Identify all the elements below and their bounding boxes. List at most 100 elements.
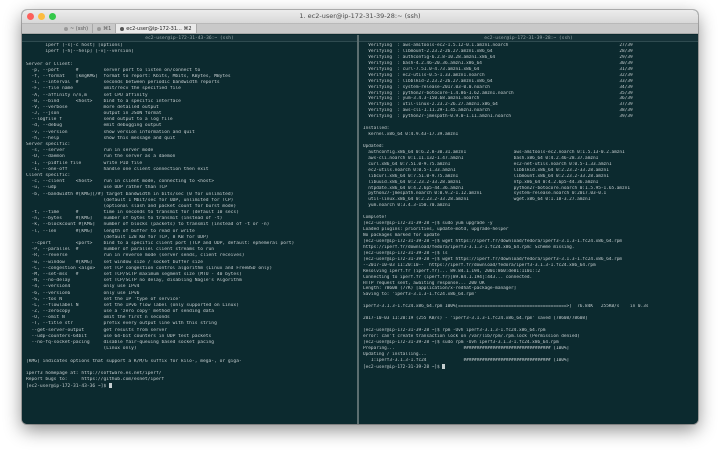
- terminal-line-text: (default 128 KB for TCP, 8 KB for UDP): [26, 234, 209, 240]
- right-pane-header: ec2-user@ip-172-31-39-28:~ (ssh): [359, 35, 698, 42]
- terminal-line-text: -1, --one-off handle one client connecti…: [26, 166, 209, 172]
- terminal-line-text: curl.x86_64 0:7.51.0-9.75.amzn1 ec2-net-…: [363, 161, 612, 167]
- tab-1[interactable]: ⌘1: [93, 24, 117, 33]
- terminal-line-text: https://iperf.fr/download/fedora/iperf3-…: [363, 244, 575, 250]
- left-terminal-pane[interactable]: ec2-user@ip-172-31-43-36:~ (ssh) iperf […: [22, 35, 359, 424]
- terminal-line-text: -P, --parallel # number of parallel clie…: [26, 247, 215, 253]
- terminal-line-text: --logfile f send output to a log file: [26, 117, 173, 123]
- terminal-line-text: Connecting to iperf.fr (iperf.fr)|89.84.…: [363, 274, 533, 280]
- terminal-line-text: ec2-utils.noarch 0:0.5-1.33.amzn1 libblk…: [363, 167, 609, 173]
- terminal-line-text: [ec2-user@ip-172-31-43-36 ~]$: [26, 384, 109, 390]
- terminal-line-text: -w, --window #[KMG] set window size / so…: [26, 259, 204, 265]
- terminal-line: [ec2-user@ip-172-31-43-36 ~]$: [26, 383, 357, 389]
- terminal-line-text: -6, --version6 only use IPv6: [26, 290, 140, 296]
- terminal-line-text: Verifying : python27-jmespath-0.9.0-1.11…: [363, 114, 633, 120]
- terminal-line-text: Server or Client:: [26, 61, 74, 67]
- terminal-line: [ec2-user@ip-172-31-39-28 ~]$: [363, 363, 698, 370]
- terminal-line-text: (default 1 Mbit/sec for UDP, unlimited f…: [26, 197, 234, 203]
- terminal-line-text: Verifying : ec2-utils-0.5-1.33.amzn1.noa…: [363, 72, 633, 78]
- terminal-line-text: 2017-10-03 11:20:19 (255 KB/s) - 'iperf3…: [363, 316, 588, 322]
- terminal-line-text: [ec2-user@ip-172-31-39-28 ~]$ sudo yum u…: [363, 221, 493, 227]
- terminal-line-text: Resolving iperf.fr (iperf.fr)... 89.84.1…: [363, 268, 541, 274]
- terminal-line-text: -p, --port # server port to listen on/co…: [26, 67, 201, 73]
- terminal-line-text: -M, --set-mss # set TCP/SCTP maximum seg…: [26, 271, 242, 277]
- terminal-line-text: Preparing... ###########################…: [363, 345, 570, 351]
- terminal-line-text: [ec2-user@ip-172-31-39-28 ~]$ wget https…: [363, 256, 623, 262]
- terminal-line-text: [ec2-user@ip-172-31-39-28 ~]$ rpm -Uvh i…: [363, 328, 546, 333]
- terminal-line-text: -k, --blockcount #[KMG] number of blocks…: [26, 222, 270, 228]
- terminal-line-text: Verifying : libmount-2.23.2-26.27.amzn1.…: [363, 48, 633, 54]
- terminal-line-text: -L, --flowlabel N set the IPv6 flow labe…: [26, 302, 239, 308]
- terminal-line-text: -c, --client <host> run in client mode, …: [26, 179, 215, 185]
- terminal-line-text: -l, --len #[KMG] length of buffer to rea…: [26, 228, 195, 234]
- terminal-line-text: Verifying : python27-botocore-1.4.86-1.6…: [363, 90, 633, 96]
- terminal-line-text: -B, --bind <host> bind to a specific int…: [26, 98, 181, 104]
- terminal-line-text: Loaded plugins: priorities, update-motd,…: [363, 227, 509, 233]
- text-cursor: [108, 383, 112, 389]
- terminal-line-text: -C, --congestion <algo> set TCP congesti…: [26, 265, 273, 271]
- terminal-line-text: 1:iperf3-3.1.3-1.fc24 ##################…: [363, 357, 570, 363]
- split-panes: ec2-user@ip-172-31-43-36:~ (ssh) iperf […: [22, 35, 698, 424]
- terminal-line-text: libuuid.x86_64 0:2.23.2-33.28.amzn1 ntp.…: [363, 179, 599, 185]
- terminal-line-text: -f, --format [kmgKMG] format to report: …: [26, 73, 231, 79]
- terminal-line-text: -J, --json output in JSON format: [26, 111, 162, 117]
- terminal-line-text: iperf3 homepage at: http://software.es.n…: [26, 370, 162, 376]
- tab-status-icon: [120, 27, 125, 31]
- terminal-line-text: -D, --daemon run the server as a daemon: [26, 154, 176, 160]
- tab-status-icon: [97, 27, 102, 31]
- terminal-line-text: --udp-counters-64bit use 64-bit counters…: [26, 333, 212, 339]
- tab-label: ⌘1: [103, 26, 112, 32]
- terminal-line-text: util-linux.x86_64 0:2.23.2-33.28.amzn1 w…: [363, 197, 591, 203]
- terminal-line-text: --2017-10-03 11:20:10-- https://iperf.fr…: [363, 262, 596, 268]
- terminal-line-text: --no-fq-socket-pacing disable fair-queui…: [26, 340, 215, 345]
- terminal-line-text: iperf [-h|--help] [-v|--version]: [26, 49, 134, 55]
- tab-status-icon: [64, 27, 68, 31]
- terminal-line-text: HTTP request sent, awaiting response... …: [363, 280, 485, 286]
- text-cursor: [442, 363, 446, 369]
- terminal-line-text: Server specific:: [26, 142, 71, 147]
- terminal-line-text: [ec2-user@ip-172-31-39-28 ~]$: [363, 364, 443, 370]
- terminal-line-text: Updating / installing...: [363, 351, 427, 357]
- terminal-line-text: --cport <port> bind to a specific client…: [26, 241, 295, 246]
- terminal-line-text: -T, --title str prefix every output line…: [26, 321, 217, 327]
- left-pane-header: ec2-user@ip-172-31-43-36:~ (ssh): [22, 35, 357, 42]
- terminal-line-text: [ec2-user@ip-172-31-39-28 ~]$ ls: [363, 250, 448, 256]
- tab-0[interactable]: ~ (ssh): [60, 24, 94, 33]
- terminal-line-text: Client specific:: [26, 172, 71, 178]
- terminal-line-text: Verifying : curl-7.51.0-4.73.amzn1.x86_6…: [363, 66, 633, 72]
- terminal-line-text: -s, --server run in server mode: [26, 148, 154, 154]
- title-bar: 1. ec2-user@ip-172-31-39-28:~ (ssh): [22, 10, 698, 24]
- terminal-line-text: -I, --pidfile file write PID file: [26, 160, 143, 166]
- terminal-line-text: -d, --debug emit debugging output: [26, 123, 162, 129]
- terminal-line-text: -F, --file name xmit/recv the specified …: [26, 86, 181, 92]
- terminal-line-text: Report bugs to: https://github.com/esnet…: [26, 377, 165, 383]
- terminal-line-text: Verifying : libblkid-2.23.2-26.27.amzn1.…: [363, 78, 633, 84]
- tab-2[interactable]: ec2-user@ip-172-31... ⌘2: [116, 24, 197, 33]
- terminal-line-text: authconfig.x86_64 0:6.2.8-30.31.amzn1 aw…: [363, 149, 625, 155]
- terminal-line-text: -V, --verbose more detailed output: [26, 104, 159, 110]
- tab-label: ec2-user@ip-172-31... ⌘2: [126, 26, 192, 32]
- terminal-line-text: -n, --bytes #[KMG] number of bytes to tr…: [26, 216, 223, 222]
- terminal-line-text: ntpdate.x86_64 0:4.2.6p5-44.36.amzn1 pyt…: [363, 185, 630, 191]
- terminal-line-text: -Z, --zerocopy use a 'zero copy' method …: [26, 309, 215, 315]
- terminal-line-text: [ec2-user@ip-172-31-39-28 ~]$ wget https…: [363, 238, 623, 244]
- terminal-line-text: kernel.x86_64 0:4.9.43-17.39.amzn1: [363, 132, 459, 138]
- terminal-line-text: [KMG] indicates options that support a K…: [26, 358, 242, 364]
- terminal-line-text: Verifying : bash-4.2.46-20.36.amzn1.x86_…: [363, 60, 633, 66]
- terminal-line-text: Installed:: [363, 126, 390, 132]
- terminal-line-text: -A, --affinity n/n,m set CPU affinity: [26, 92, 148, 98]
- terminal-line-text: aws-cli.noarch 0:1.11.132-1.47.amzn1 bas…: [363, 155, 599, 161]
- terminal-line-text: -S, --tos N set the IP 'type of service': [26, 296, 181, 302]
- terminal-line-text: Saving to: 'iperf3-3.1.3-1.fc24.x86_64.r…: [363, 292, 477, 298]
- right-terminal-pane[interactable]: ec2-user@ip-172-31-39-28:~ (ssh) Verifyi…: [359, 35, 698, 424]
- terminal-window: 1. ec2-user@ip-172-31-39-28:~ (ssh) ~ (s…: [22, 10, 698, 424]
- terminal-line-text: iperf3-3.1.3-1.fc24.x86_64.rpm 100%[====…: [363, 304, 649, 310]
- right-terminal-output[interactable]: Verifying : aws-amitools-ec2-1.5.12-0.1.…: [359, 42, 698, 370]
- terminal-line-text: Complete!: [363, 215, 387, 221]
- terminal-line-text: iperf [-s|-c host] [options]: [26, 43, 123, 48]
- terminal-line-text: [ec2-user@ip-172-31-39-28 ~]$ sudo rpm -…: [363, 339, 559, 345]
- terminal-line-text: (optional slash and packet count for bur…: [26, 203, 237, 209]
- left-terminal-output[interactable]: iperf [-s|-c host] [options] iperf [-h|-…: [22, 42, 357, 390]
- terminal-line-text: -R, --reverse run in reverse mode (serve…: [26, 253, 245, 259]
- terminal-line-text: Verifying : util-linux-2.23.2-26.27.amzn…: [363, 102, 633, 108]
